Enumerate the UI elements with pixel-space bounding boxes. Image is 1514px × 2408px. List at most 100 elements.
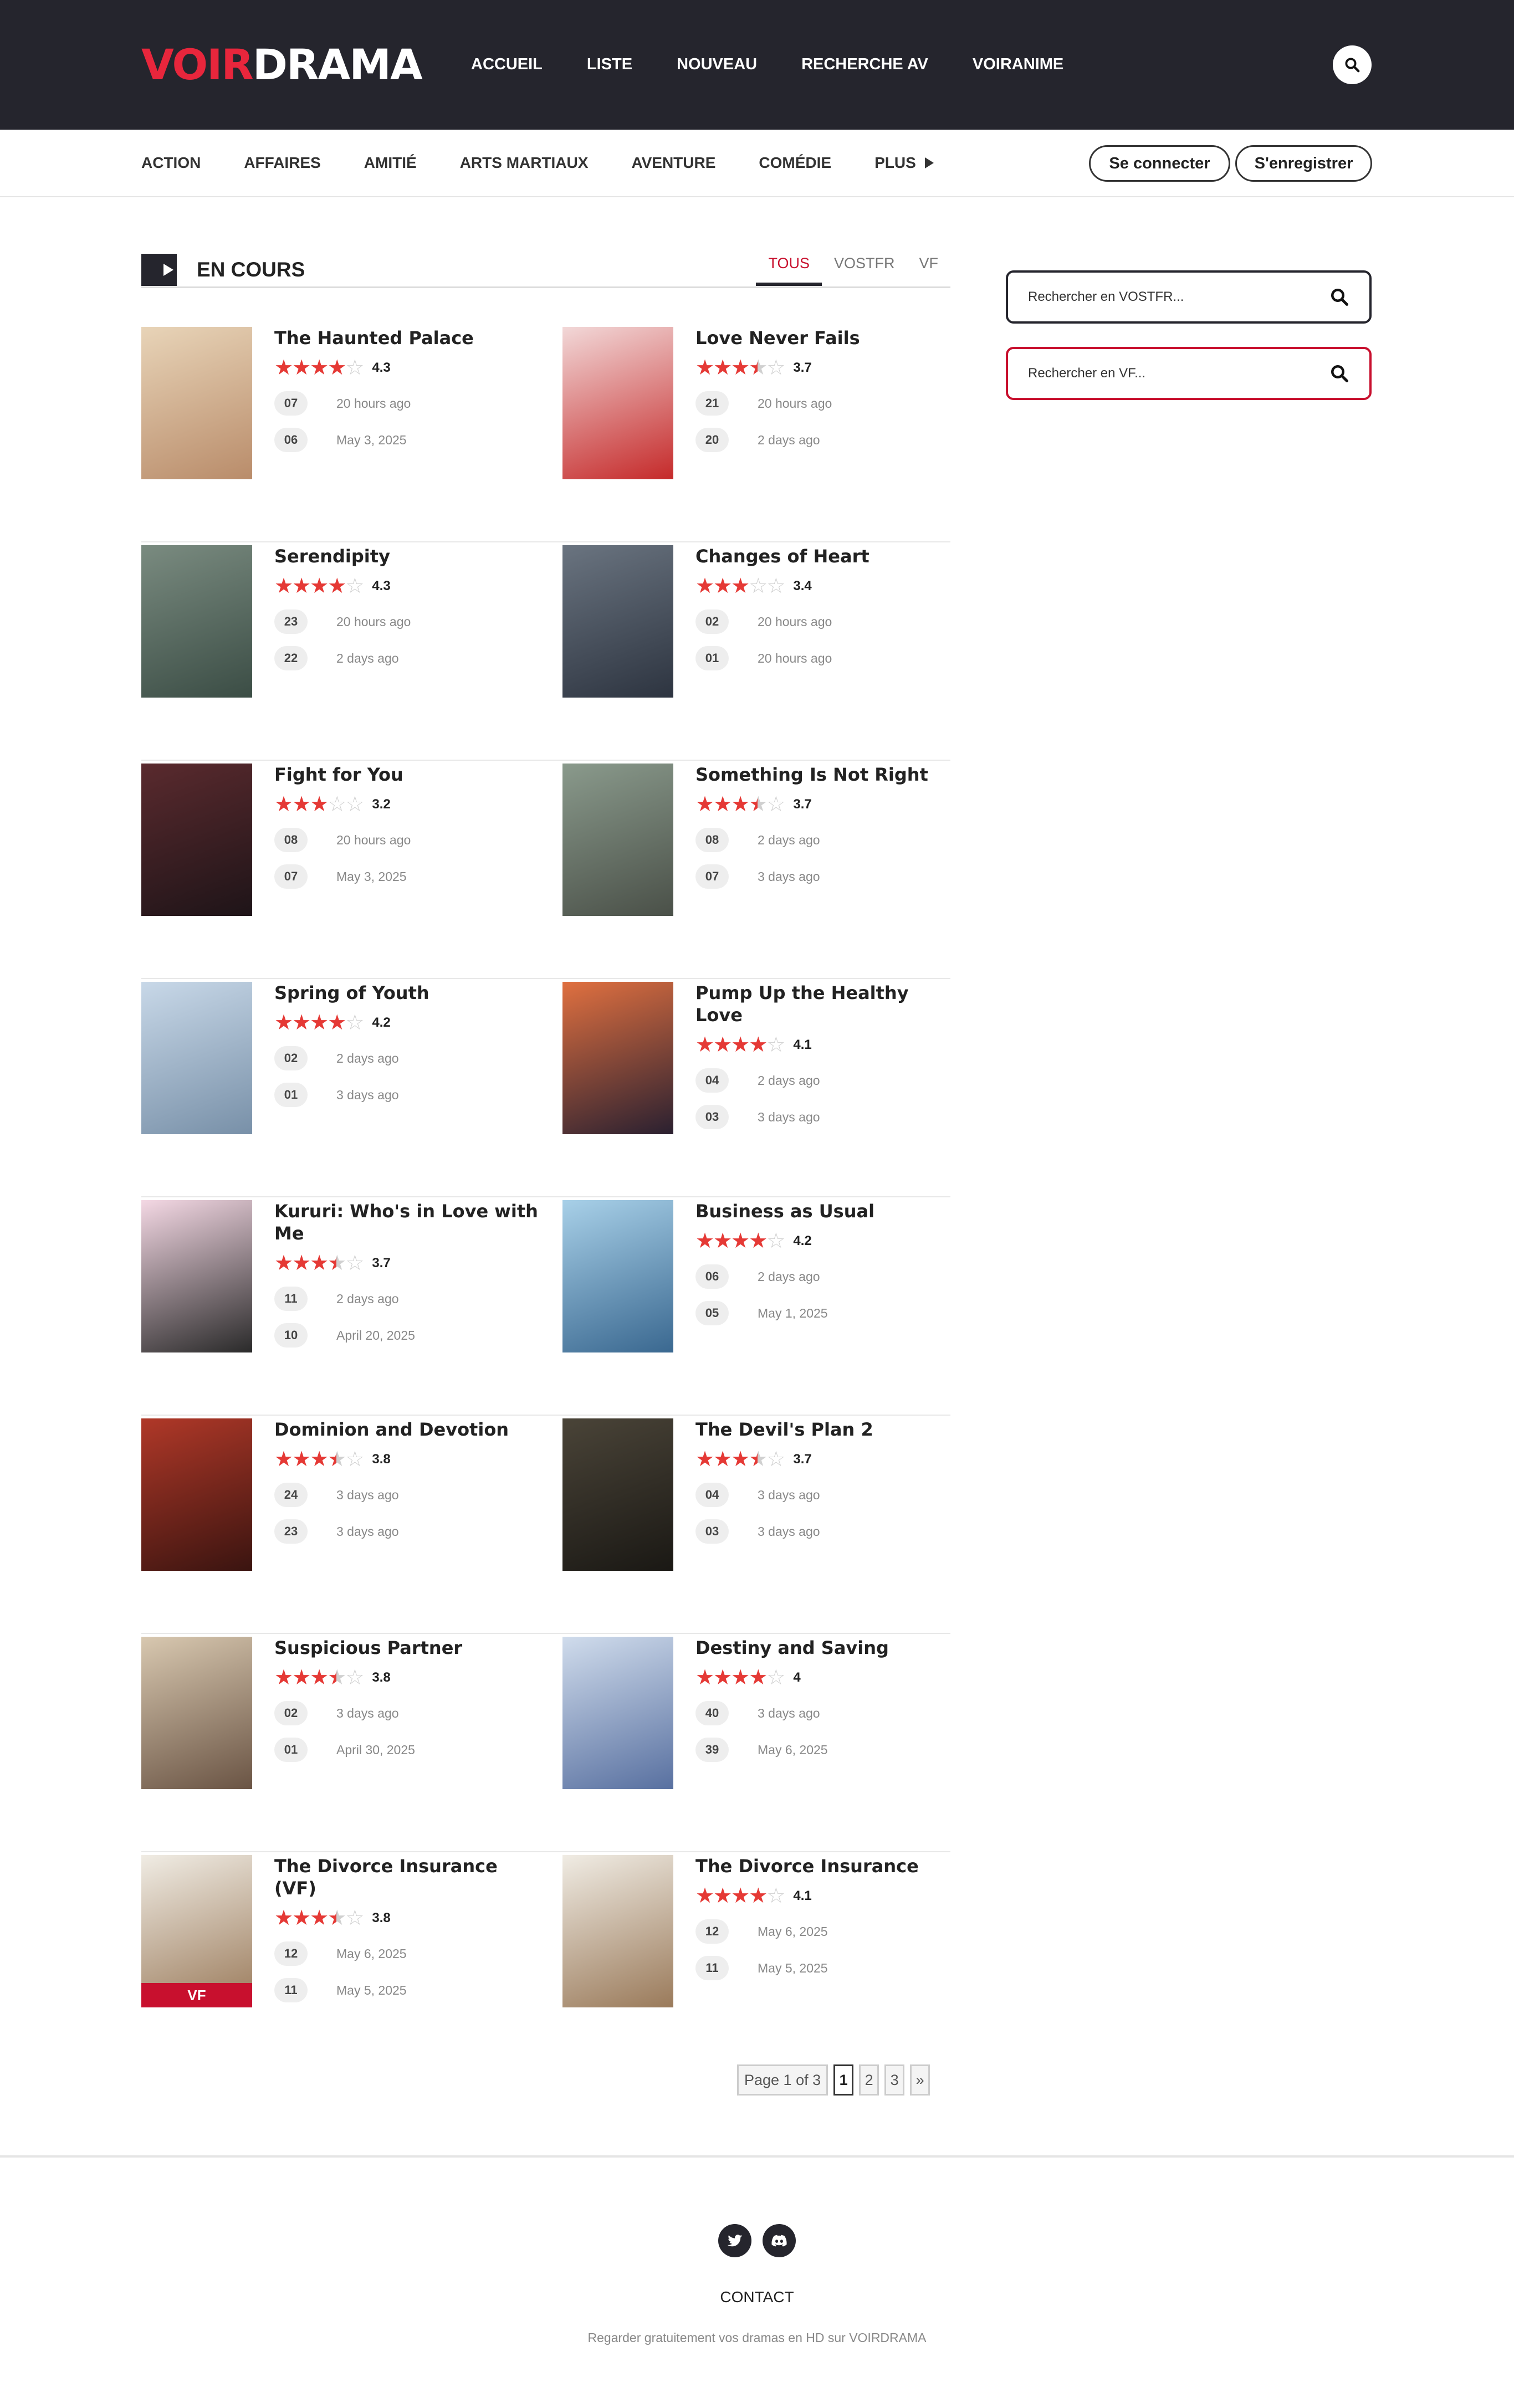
drama-title[interactable]: Something Is Not Right	[695, 764, 961, 786]
episode-link[interactable]: 01 3 days ago	[274, 1083, 540, 1107]
episode-link[interactable]: 39 May 6, 2025	[695, 1738, 961, 1762]
search-vostfr-input[interactable]: Rechercher en VOSTFR...	[1006, 270, 1372, 324]
nav-recherche-av[interactable]: RECHERCHE AV	[801, 53, 928, 75]
episode-number[interactable]: 01	[695, 646, 729, 670]
drama-poster[interactable]	[141, 327, 252, 479]
drama-poster[interactable]	[141, 1200, 252, 1352]
episode-link[interactable]: 02 20 hours ago	[695, 609, 961, 634]
drama-title[interactable]: Serendipity	[274, 545, 540, 567]
episode-number[interactable]: 12	[274, 1941, 308, 1966]
category-action[interactable]: ACTION	[141, 152, 201, 174]
episode-number[interactable]: 21	[695, 391, 729, 416]
drama-poster[interactable]	[562, 1418, 673, 1571]
discord-link[interactable]	[763, 2224, 796, 2257]
episode-number[interactable]: 02	[274, 1701, 308, 1725]
episode-link[interactable]: 11 2 days ago	[274, 1287, 540, 1311]
tab-vostfr[interactable]: VOSTFR	[822, 255, 907, 284]
drama-poster[interactable]	[562, 1637, 673, 1789]
episode-link[interactable]: 07 20 hours ago	[274, 391, 540, 416]
episode-number[interactable]: 04	[695, 1068, 729, 1093]
header-search-button[interactable]	[1333, 45, 1372, 84]
drama-card[interactable]: Changes of Heart ★★★☆☆ 3.4 02 20 hours ago 01…	[562, 545, 961, 698]
search-vf-input[interactable]: Rechercher en VF...	[1006, 347, 1372, 400]
episode-link[interactable]: 07 May 3, 2025	[274, 864, 540, 889]
episode-link[interactable]: 40 3 days ago	[695, 1701, 961, 1725]
episode-link[interactable]: 01 April 30, 2025	[274, 1738, 540, 1762]
episode-number[interactable]: 12	[695, 1919, 729, 1944]
episode-number[interactable]: 08	[274, 828, 308, 852]
episode-link[interactable]: 01 20 hours ago	[695, 646, 961, 670]
category-amitie[interactable]: AMITIÉ	[364, 152, 417, 174]
tab-vf[interactable]: VF	[907, 255, 950, 284]
drama-title[interactable]: Changes of Heart	[695, 545, 961, 567]
nav-accueil[interactable]: ACCUEIL	[471, 53, 543, 75]
drama-title[interactable]: Business as Usual	[695, 1200, 961, 1222]
episode-link[interactable]: 04 2 days ago	[695, 1068, 961, 1093]
episode-number[interactable]: 23	[274, 1519, 308, 1544]
episode-number[interactable]: 06	[695, 1264, 729, 1289]
episode-link[interactable]: 05 May 1, 2025	[695, 1301, 961, 1325]
episode-link[interactable]: 21 20 hours ago	[695, 391, 961, 416]
nav-liste[interactable]: LISTE	[587, 53, 632, 75]
drama-card[interactable]: Love Never Fails ★★★★☆ 3.7 21 20 hours ago 20…	[562, 327, 961, 479]
episode-number[interactable]: 11	[695, 1956, 729, 1980]
category-affaires[interactable]: AFFAIRES	[244, 152, 320, 174]
episode-number[interactable]: 01	[274, 1738, 308, 1762]
category-comedie[interactable]: COMÉDIE	[759, 152, 831, 174]
drama-poster[interactable]	[141, 1637, 252, 1789]
episode-link[interactable]: 20 2 days ago	[695, 428, 961, 452]
episode-number[interactable]: 11	[274, 1978, 308, 2002]
episode-number[interactable]: 39	[695, 1738, 729, 1762]
drama-title[interactable]: The Haunted Palace	[274, 327, 540, 349]
episode-link[interactable]: 02 2 days ago	[274, 1046, 540, 1070]
episode-number[interactable]: 03	[695, 1105, 729, 1129]
drama-card[interactable]: Kururi: Who's in Love with Me ★★★★☆ 3.7 11 2…	[141, 1200, 540, 1352]
drama-poster[interactable]	[141, 1418, 252, 1571]
drama-card[interactable]: The Divorce Insurance ★★★★☆ 4.1 12 May 6, 20…	[562, 1855, 961, 2007]
category-arts-martiaux[interactable]: ARTS MARTIAUX	[460, 152, 589, 174]
drama-title[interactable]: The Divorce Insurance	[695, 1855, 961, 1877]
drama-poster[interactable]	[562, 1855, 673, 2007]
drama-title[interactable]: Pump Up the Healthy Love	[695, 982, 961, 1026]
episode-number[interactable]: 02	[695, 609, 729, 634]
drama-poster[interactable]	[141, 545, 252, 698]
drama-poster[interactable]	[562, 764, 673, 916]
drama-title[interactable]: Dominion and Devotion	[274, 1418, 540, 1441]
drama-card[interactable]: Spring of Youth ★★★★☆ 4.2 02 2 days ago 01 3 d…	[141, 982, 540, 1134]
episode-number[interactable]: 05	[695, 1301, 729, 1325]
episode-number[interactable]: 40	[695, 1701, 729, 1725]
episode-number[interactable]: 07	[274, 391, 308, 416]
drama-title[interactable]: The Devil's Plan 2	[695, 1418, 961, 1441]
drama-card[interactable]: Destiny and Saving ★★★★☆ 4 40 3 days ago 39 Ma…	[562, 1637, 961, 1789]
episode-number[interactable]: 03	[695, 1519, 729, 1544]
page-next[interactable]: »	[910, 2064, 930, 2096]
drama-poster[interactable]	[562, 545, 673, 698]
tab-tous[interactable]: TOUS	[756, 255, 822, 286]
drama-card[interactable]: Something Is Not Right ★★★★☆ 3.7 08 2 days a…	[562, 764, 961, 916]
drama-poster[interactable]	[562, 327, 673, 479]
episode-link[interactable]: 22 2 days ago	[274, 646, 540, 670]
episode-link[interactable]: 10 April 20, 2025	[274, 1323, 540, 1348]
category-aventure[interactable]: AVENTURE	[631, 152, 715, 174]
drama-title[interactable]: Spring of Youth	[274, 982, 540, 1004]
episode-number[interactable]: 22	[274, 646, 308, 670]
category-plus[interactable]: PLUS	[874, 152, 934, 174]
episode-number[interactable]: 01	[274, 1083, 308, 1107]
episode-link[interactable]: 04 3 days ago	[695, 1483, 961, 1507]
drama-poster[interactable]	[141, 982, 252, 1134]
episode-link[interactable]: 11 May 5, 2025	[274, 1978, 540, 2002]
episode-link[interactable]: 12 May 6, 2025	[695, 1919, 961, 1944]
login-button[interactable]: Se connecter	[1089, 145, 1230, 182]
drama-poster[interactable]	[562, 1200, 673, 1352]
page-3[interactable]: 3	[884, 2064, 905, 2096]
episode-number[interactable]: 08	[695, 828, 729, 852]
page-2[interactable]: 2	[859, 2064, 879, 2096]
episode-link[interactable]: 23 3 days ago	[274, 1519, 540, 1544]
drama-title[interactable]: Love Never Fails	[695, 327, 961, 349]
episode-number[interactable]: 06	[274, 428, 308, 452]
site-logo[interactable]: VOIRDRAMA	[141, 40, 423, 90]
drama-poster[interactable]	[562, 982, 673, 1134]
episode-link[interactable]: 06 2 days ago	[695, 1264, 961, 1289]
episode-link[interactable]: 03 3 days ago	[695, 1519, 961, 1544]
episode-link[interactable]: 08 2 days ago	[695, 828, 961, 852]
